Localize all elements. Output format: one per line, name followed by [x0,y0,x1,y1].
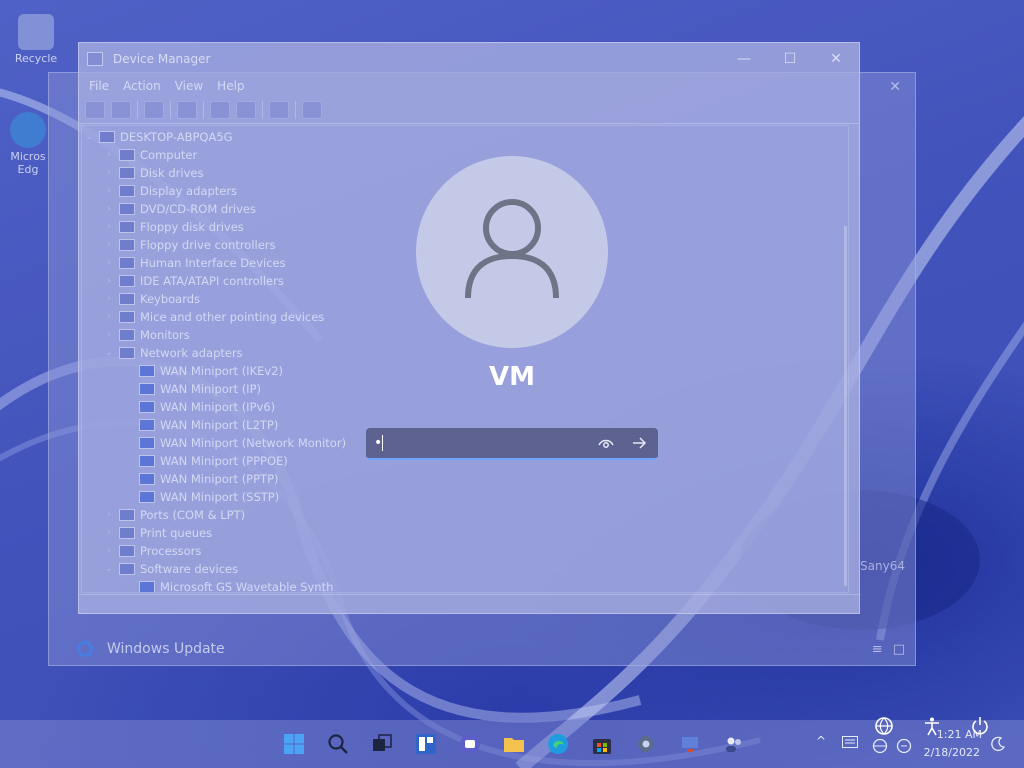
user-name: VM [489,362,535,392]
task-view-icon[interactable] [366,728,398,760]
clock-date[interactable]: 2/18/2022 [924,746,980,759]
store-icon[interactable] [586,728,618,760]
arrow-right-icon[interactable] [630,434,648,452]
chevron-up-icon[interactable]: ^ [816,734,826,748]
taskbar: ^ 1:21 AM 2/18/2022 [0,720,1024,768]
keyboard-icon[interactable] [842,736,858,748]
device-manager-icon[interactable] [674,728,706,760]
people-icon[interactable] [718,728,750,760]
battery-saver-icon[interactable] [896,738,912,754]
settings-icon[interactable] [630,728,662,760]
text-caret [382,435,383,451]
search-icon[interactable] [322,728,354,760]
lock-screen: VM • [0,0,1024,768]
accessibility-icon[interactable] [922,716,942,736]
file-explorer-icon[interactable] [498,728,530,760]
power-icon[interactable] [970,716,990,736]
moon-icon[interactable] [990,736,1006,752]
globe-tray-icon[interactable] [872,738,888,754]
widgets-icon[interactable] [410,728,442,760]
windows-start-icon[interactable] [278,728,310,760]
edge-icon[interactable] [542,728,574,760]
eye-icon[interactable] [598,436,614,450]
taskbar-apps [278,728,750,760]
user-icon [465,199,559,299]
network-icon[interactable] [874,716,894,736]
password-field[interactable]: • [366,428,658,460]
chat-icon[interactable] [454,728,486,760]
user-avatar [416,156,608,348]
